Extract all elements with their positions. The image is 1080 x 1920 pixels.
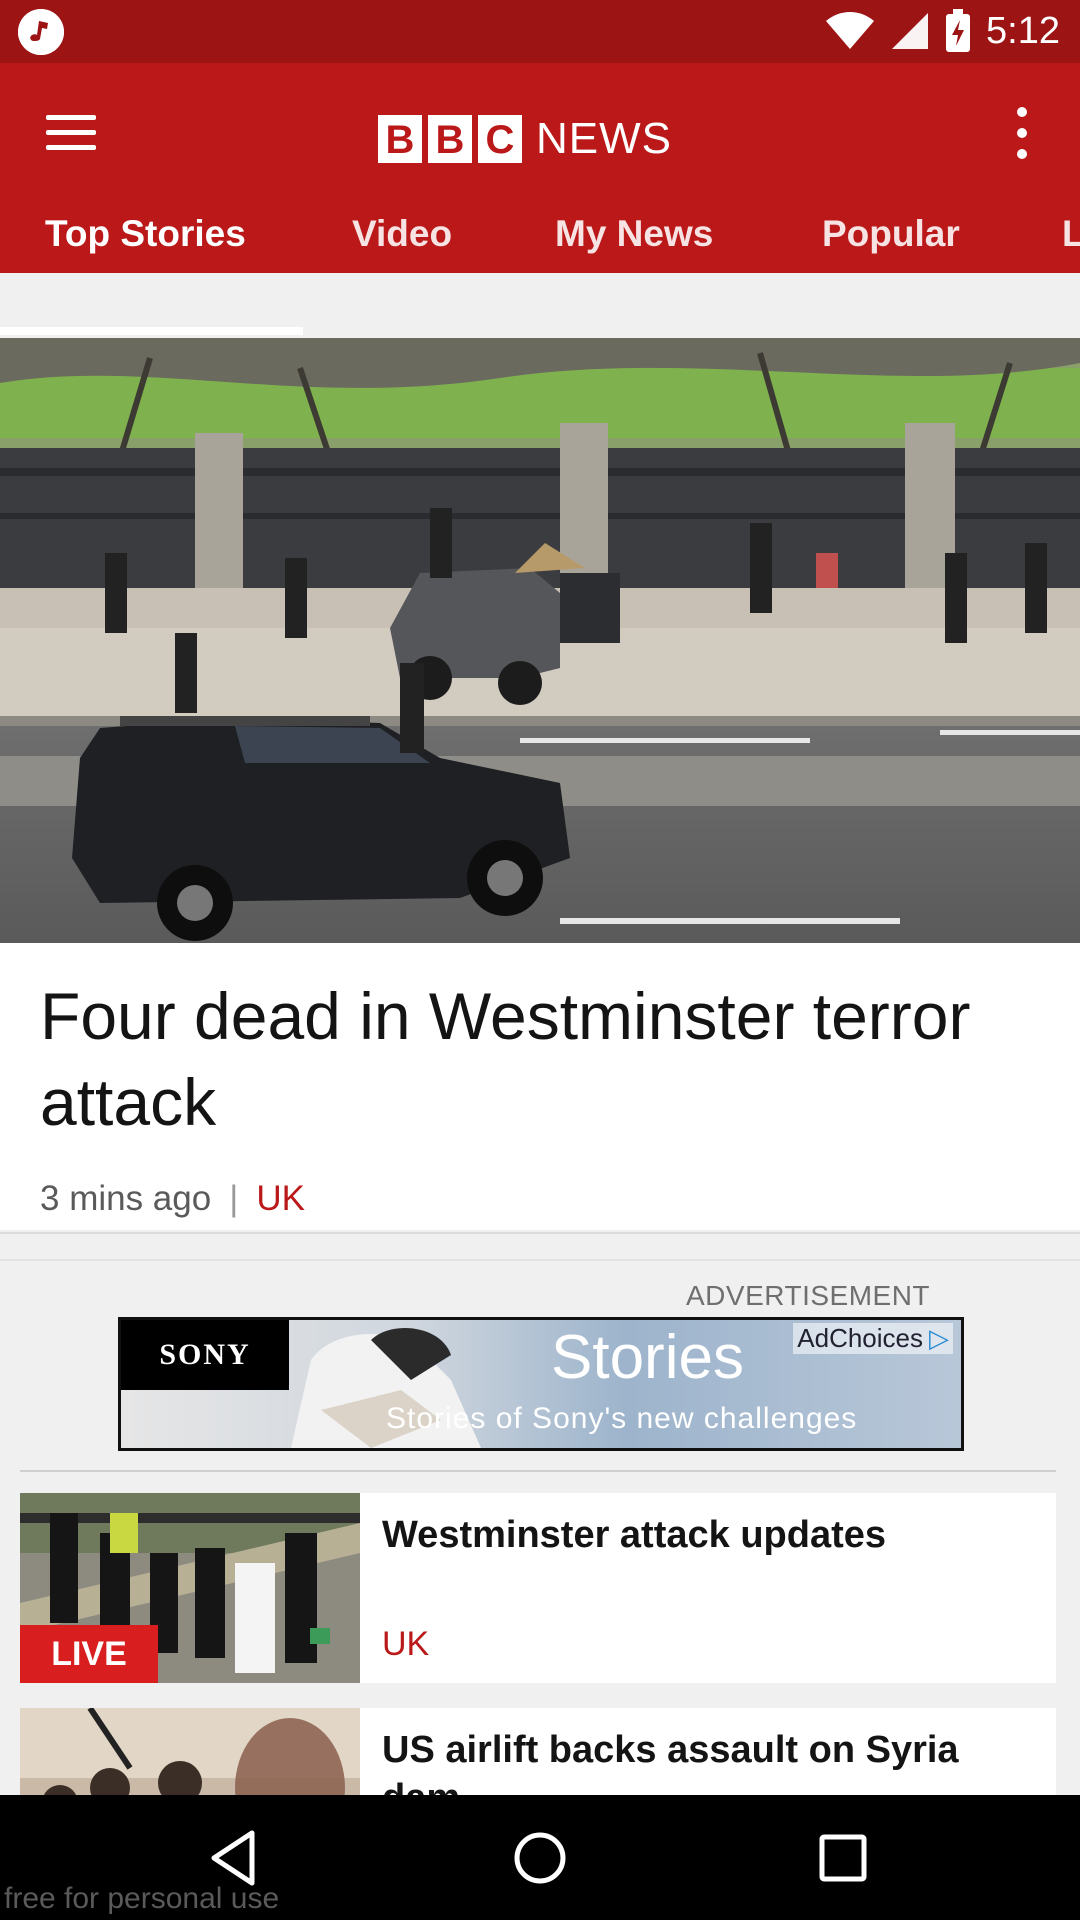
section-divider xyxy=(0,1232,1080,1234)
battery-charging-icon xyxy=(946,9,971,52)
advertisement-label: ADVERTISEMENT xyxy=(686,1280,931,1311)
tab-selected-indicator xyxy=(0,327,303,335)
more-vert-icon[interactable] xyxy=(992,101,1052,165)
section-divider xyxy=(0,1259,1080,1261)
adchoices-icon: ▷ xyxy=(929,1323,949,1353)
tab-popular[interactable]: Popular xyxy=(822,213,960,273)
tab-video[interactable]: Video xyxy=(352,213,452,273)
logo-letter-b2: B xyxy=(428,115,472,163)
recents-icon[interactable] xyxy=(808,1823,878,1893)
hero-headline: Four dead in Westminster terror attack xyxy=(40,979,971,1139)
logo-word: NEWS xyxy=(536,114,672,163)
ad-banner[interactable]: SONY Stories Stories of Sony's new chall… xyxy=(118,1317,964,1451)
hero-story-image[interactable] xyxy=(0,338,1080,943)
tab-bar: Top Stories Video My News Popular L xyxy=(0,213,1080,273)
story-title: Westminster attack updates xyxy=(382,1514,887,1556)
hamburger-menu-icon[interactable] xyxy=(34,103,106,163)
live-badge: LIVE xyxy=(20,1625,158,1683)
watermark-text: free for personal use xyxy=(4,1882,280,1915)
app-bar: B B C NEWS Top Stories Video My News Pop… xyxy=(0,63,1080,273)
hero-timestamp: 3 mins ago xyxy=(40,1179,212,1218)
hero-story-card[interactable]: Four dead in Westminster terror attack 3… xyxy=(0,943,1080,1230)
home-icon[interactable] xyxy=(505,1823,575,1893)
tab-partial[interactable]: L xyxy=(1062,213,1080,273)
story-category[interactable]: UK xyxy=(382,1625,429,1664)
story-item[interactable]: LIVE Westminster attack updates UK xyxy=(20,1493,1056,1683)
clock-time: 5:12 xyxy=(986,9,1060,52)
status-bar: 5:12 xyxy=(0,0,1080,63)
ad-divider xyxy=(20,1470,1056,1472)
bbc-news-logo: B B C NEWS xyxy=(378,113,672,165)
adchoices-button[interactable]: AdChoices ▷ xyxy=(793,1323,953,1354)
story-thumbnail: LIVE xyxy=(20,1493,360,1683)
logo-letter-b1: B xyxy=(378,115,422,163)
tab-my-news[interactable]: My News xyxy=(555,213,713,273)
hero-category[interactable]: UK xyxy=(256,1179,305,1218)
sony-logo: SONY xyxy=(121,1320,289,1390)
wifi-icon xyxy=(826,12,875,49)
signal-icon xyxy=(892,13,929,49)
ad-subline: Stories of Sony's new challenges xyxy=(386,1402,858,1435)
logo-letter-c: C xyxy=(478,115,522,163)
meta-separator: | xyxy=(229,1179,239,1218)
hero-meta: 3 mins ago | UK xyxy=(40,1179,305,1219)
music-app-icon xyxy=(18,9,64,55)
tab-top-stories[interactable]: Top Stories xyxy=(45,213,246,273)
adchoices-label: AdChoices xyxy=(797,1323,923,1353)
ad-headline: Stories xyxy=(551,1323,744,1392)
